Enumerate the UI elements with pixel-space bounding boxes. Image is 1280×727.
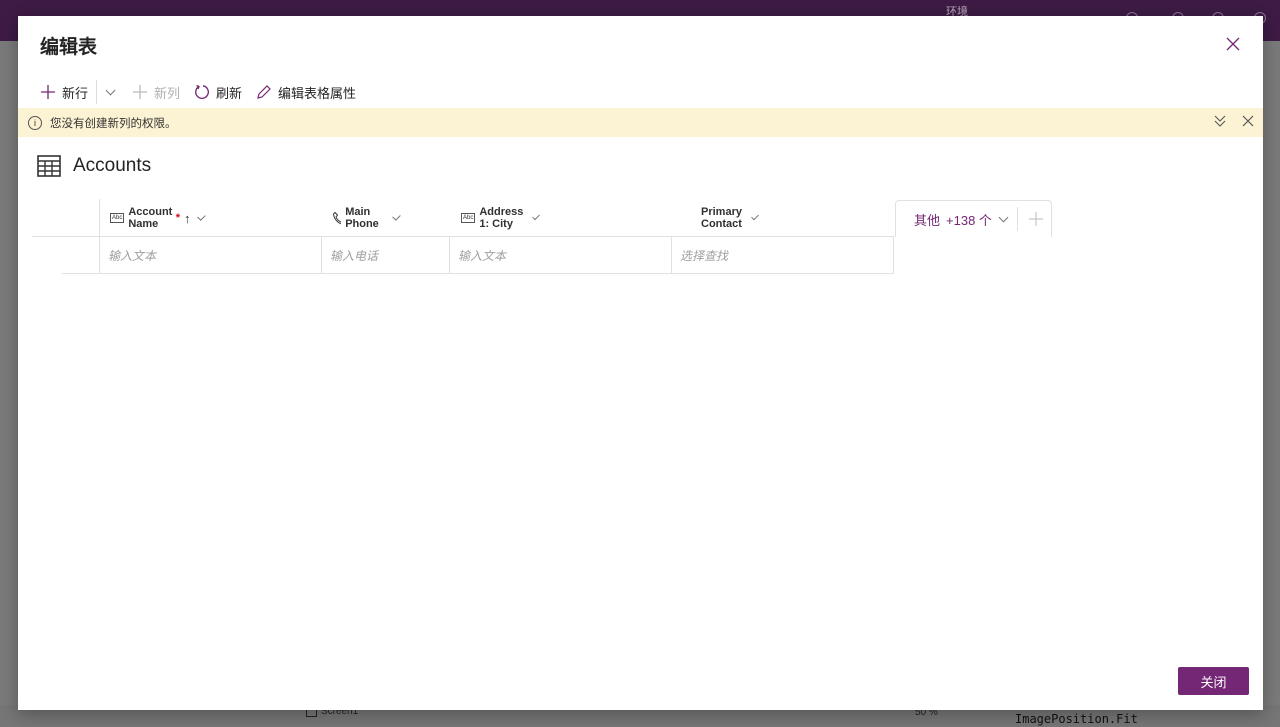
main-phone-input[interactable]: 输入电话 xyxy=(322,237,449,274)
edit-table-dialog: 编辑表 新行 新列 刷新 编辑表格属性 i 您没有创建新列的权限。 Accoun… xyxy=(18,16,1263,710)
column-header-address-city[interactable]: Abc Address 1: City xyxy=(461,199,542,237)
primary-contact-lookup[interactable]: 选择查找 xyxy=(672,237,893,274)
chevron-down-icon[interactable] xyxy=(532,211,541,221)
chevron-down-icon[interactable] xyxy=(196,211,205,221)
new-row-dropdown[interactable] xyxy=(103,85,118,95)
more-columns-label: 其他 xyxy=(914,212,941,228)
edit-properties-label: 编辑表格属性 xyxy=(278,85,357,101)
text-icon: Abc xyxy=(110,213,125,223)
new-row-label: 新行 xyxy=(62,85,89,101)
permission-banner: i 您没有创建新列的权限。 xyxy=(18,108,1263,137)
column-header-main-phone[interactable]: Main Phone xyxy=(332,199,403,237)
expand-icon[interactable] xyxy=(1213,114,1227,128)
refresh-icon xyxy=(195,84,209,99)
chevron-down-icon[interactable] xyxy=(391,211,401,221)
more-columns-button[interactable]: 其他 +138 个 xyxy=(895,200,1052,237)
new-row-button[interactable]: 新行 xyxy=(40,83,88,102)
phone-icon xyxy=(332,211,342,225)
required-marker: * xyxy=(175,212,181,224)
sort-ascending-icon: ↑ xyxy=(184,210,191,226)
account-name-input[interactable]: 输入文本 xyxy=(100,237,321,274)
banner-message: 您没有创建新列的权限。 xyxy=(50,117,177,130)
more-columns-count: +138 个 xyxy=(946,212,992,228)
add-column-icon[interactable] xyxy=(1028,211,1044,227)
property-formula: ImagePosition.Fit xyxy=(1015,712,1138,726)
info-icon: i xyxy=(28,115,42,130)
column-label: Account Name xyxy=(128,206,173,230)
city-input[interactable]: 输入文本 xyxy=(450,237,671,274)
plus-icon xyxy=(133,85,148,99)
divider xyxy=(1016,207,1018,231)
column-label: Primary Contact xyxy=(701,206,742,230)
dismiss-icon[interactable] xyxy=(1241,114,1255,128)
edit-table-properties-button[interactable]: 编辑表格属性 xyxy=(256,83,356,102)
column-header-primary-contact[interactable]: Primary Contact xyxy=(701,199,761,237)
chevron-down-icon xyxy=(105,85,116,95)
chevron-down-icon[interactable] xyxy=(751,212,759,220)
table-heading: Accounts xyxy=(37,155,151,177)
plus-icon xyxy=(41,85,55,99)
table-icon xyxy=(37,155,61,177)
new-column-button[interactable]: 新列 xyxy=(132,83,180,102)
close-icon[interactable] xyxy=(1225,36,1241,52)
table-name: Accounts xyxy=(73,155,152,176)
refresh-button[interactable]: 刷新 xyxy=(194,83,242,102)
text-icon: Abc xyxy=(461,213,476,223)
column-label: Address 1: City xyxy=(479,206,524,230)
divider xyxy=(96,80,98,104)
column-label: Main Phone xyxy=(345,206,379,230)
new-column-label: 新列 xyxy=(154,85,181,101)
close-button[interactable]: 关闭 xyxy=(1178,667,1249,695)
column-header-account-name[interactable]: Abc Account Name * ↑ xyxy=(110,199,207,237)
refresh-label: 刷新 xyxy=(216,85,243,101)
row-selector xyxy=(62,237,100,274)
pencil-icon xyxy=(257,85,271,99)
divider xyxy=(893,237,894,274)
dialog-title: 编辑表 xyxy=(40,37,98,58)
chevron-down-icon xyxy=(998,212,1009,222)
toolbar: 新行 新列 刷新 编辑表格属性 xyxy=(40,78,370,106)
